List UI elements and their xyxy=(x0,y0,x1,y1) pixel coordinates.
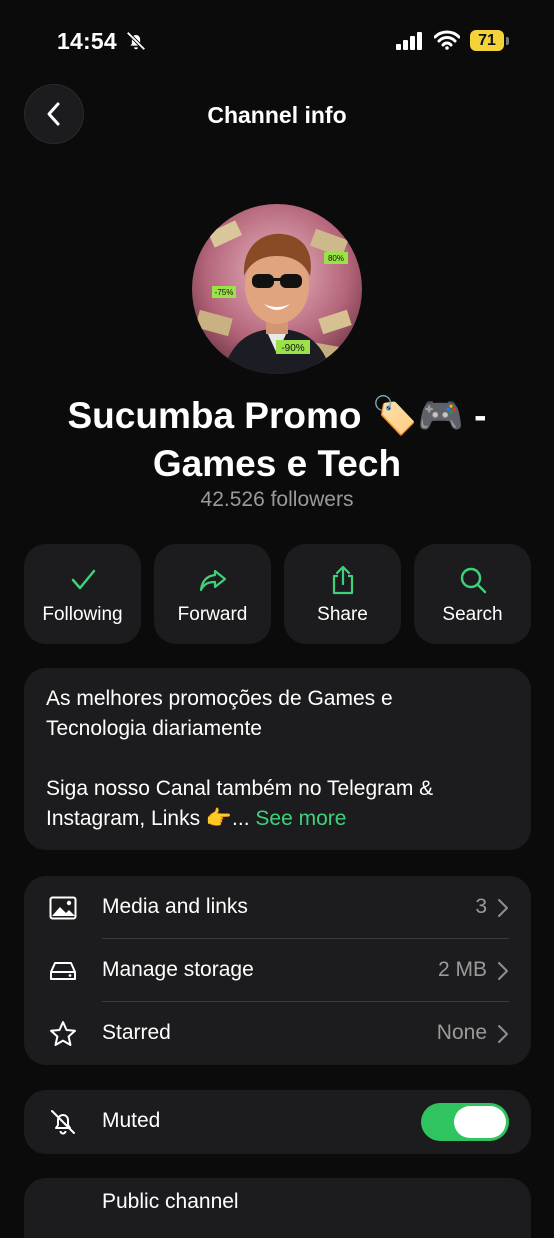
avatar-tag-1: -75% xyxy=(215,288,234,297)
starred-row[interactable]: Starred None xyxy=(24,1002,531,1065)
media-and-links-label: Media and links xyxy=(102,895,248,918)
check-icon xyxy=(71,569,95,590)
star-icon xyxy=(50,1021,76,1046)
battery-tip xyxy=(506,37,509,45)
muted-label: Muted xyxy=(102,1109,161,1132)
battery-indicator: 71 xyxy=(470,30,504,51)
share-button[interactable]: Share xyxy=(284,544,401,644)
share-icon xyxy=(332,565,353,595)
manage-storage-row[interactable]: Manage storage 2 MB xyxy=(24,939,531,1002)
avatar-tag-3: -90% xyxy=(281,343,304,354)
search-label: Search xyxy=(442,604,503,625)
media-and-links-value: 3 xyxy=(475,895,487,918)
avatar-tag-2: 80% xyxy=(328,254,344,263)
public-channel-label: Public channel xyxy=(102,1190,239,1213)
muted-row: Muted xyxy=(24,1090,531,1154)
status-time: 14:54 xyxy=(57,28,117,54)
forward-label: Forward xyxy=(177,604,248,625)
search-button[interactable]: Search xyxy=(414,544,531,644)
share-label: Share xyxy=(317,604,368,625)
channel-name-line2: Games e Tech xyxy=(152,443,402,484)
image-icon xyxy=(49,896,77,920)
starred-value: None xyxy=(436,1021,487,1044)
channel-avatar[interactable]: 80% -75% -90% xyxy=(192,204,362,374)
following-button[interactable]: Following xyxy=(24,544,141,644)
chevron-right-icon xyxy=(498,1025,508,1043)
status-bar: 14:54 71 xyxy=(0,0,554,80)
following-label: Following xyxy=(42,604,123,625)
chevron-right-icon xyxy=(498,962,508,980)
storage-icon xyxy=(50,962,76,980)
manage-storage-label: Manage storage xyxy=(102,958,254,981)
toggle-knob xyxy=(454,1106,506,1138)
followers-count: 42.526 followers xyxy=(200,488,354,511)
media-and-links-row[interactable]: Media and links 3 xyxy=(24,876,531,939)
avatar-image: 80% -75% -90% xyxy=(192,204,362,374)
bell-off-icon xyxy=(51,1110,75,1135)
search-icon xyxy=(460,567,486,594)
channel-name-line1: Sucumba Promo 🏷️🎮 - xyxy=(67,395,487,436)
info-list: Media and links 3 Manage storage 2 MB St… xyxy=(24,876,531,1065)
chevron-right-icon xyxy=(498,899,508,917)
description-line3: Siga nosso Canal também no Telegram & xyxy=(46,777,434,800)
manage-storage-value: 2 MB xyxy=(437,958,487,981)
description-card: As melhores promoções de Games e Tecnolo… xyxy=(24,668,531,850)
muted-toggle[interactable] xyxy=(421,1103,509,1141)
wifi-icon xyxy=(434,30,460,50)
see-more-link[interactable]: See more xyxy=(255,807,346,830)
bell-off-icon xyxy=(126,31,146,51)
channel-name: Sucumba Promo 🏷️🎮 - Games e Tech xyxy=(20,392,534,488)
starred-label: Starred xyxy=(102,1021,171,1044)
action-buttons: Following Forward Share Search xyxy=(24,544,531,644)
description-line4: Instagram, Links 👉... xyxy=(46,807,250,830)
signal-icon xyxy=(396,32,422,50)
description-line2: Tecnologia diariamente xyxy=(46,717,262,740)
forward-icon xyxy=(199,569,226,592)
description-line1: As melhores promoções de Games e xyxy=(46,687,393,710)
page-title: Channel info xyxy=(207,102,347,128)
public-channel-row[interactable]: Public channel xyxy=(24,1178,531,1238)
forward-button[interactable]: Forward xyxy=(154,544,271,644)
